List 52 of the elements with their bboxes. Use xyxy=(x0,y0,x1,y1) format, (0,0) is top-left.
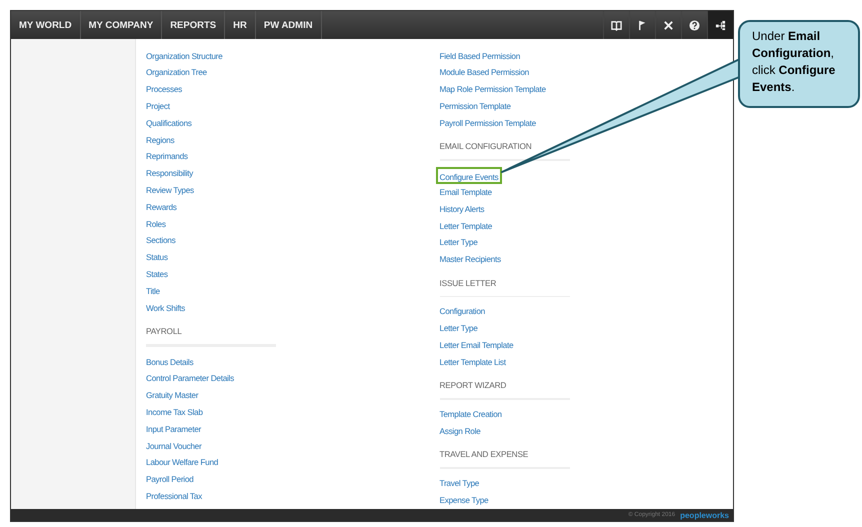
menu-link[interactable]: Master Recipients xyxy=(440,251,501,268)
menu-link[interactable]: Template Creation xyxy=(440,406,502,424)
menu-link[interactable]: Payroll Period xyxy=(146,471,194,488)
menu-link[interactable]: Assign Role xyxy=(440,423,480,440)
menu-link[interactable]: Responsibility xyxy=(146,165,193,182)
menu-link[interactable]: Labour Welfare Fund xyxy=(146,454,218,472)
menu-link[interactable]: Travel Type xyxy=(440,475,480,492)
menu-link[interactable]: Journal Voucher xyxy=(146,438,202,454)
menu-link[interactable]: Project xyxy=(146,98,170,115)
menu-link[interactable]: Sections xyxy=(146,232,176,250)
logo-text: peopleworks xyxy=(680,510,729,520)
menu-link[interactable]: Input Parameter xyxy=(146,420,201,438)
section-heading: PAYROLL xyxy=(146,324,183,338)
menu-link[interactable]: Bonus Details xyxy=(146,354,194,370)
section-heading: ISSUE LETTER xyxy=(440,276,498,290)
menu-link[interactable]: Module Based Permission xyxy=(440,64,529,82)
menu-link[interactable]: Letter Template xyxy=(440,218,492,234)
menu-link[interactable]: Map Role Permission Template xyxy=(440,81,546,98)
callout-note: Under Email Configuration, click Configure Events. xyxy=(738,20,860,108)
menu-link[interactable]: Processes xyxy=(146,81,182,98)
menu-link[interactable]: Permission Template xyxy=(440,98,511,115)
menu-link[interactable]: Gratuity Master xyxy=(146,387,198,404)
menu-link[interactable]: Organization Tree xyxy=(146,64,207,82)
section-heading: TRAVEL AND EXPENSE xyxy=(440,448,530,462)
menu-link[interactable]: Email Template xyxy=(440,184,492,201)
menu-link[interactable]: Work Shifts xyxy=(146,300,185,316)
menu-link[interactable]: Letter Type xyxy=(440,234,478,252)
menu-link[interactable]: History Alerts xyxy=(440,200,484,218)
menu-link[interactable]: Control Parameter Details xyxy=(146,370,234,388)
menu-link[interactable]: Title xyxy=(146,282,160,300)
section-heading: EMAIL CONFIGURATION xyxy=(440,140,533,154)
menu-link[interactable]: States xyxy=(146,266,168,283)
menu-link[interactable]: Rewards xyxy=(146,198,177,216)
menu-link[interactable]: Expense Type xyxy=(440,492,488,509)
menu-link[interactable]: Field Based Permission xyxy=(440,48,520,64)
menu-link[interactable]: Status xyxy=(146,249,168,266)
share-icon[interactable] xyxy=(707,11,733,39)
section-heading: REPORT WIZARD xyxy=(440,379,508,392)
menu-link[interactable]: Income Tax Slab xyxy=(146,404,203,421)
menu-link[interactable]: Professional Tax xyxy=(146,488,202,505)
menu-link[interactable]: Qualifications xyxy=(146,114,192,132)
menu-link[interactable]: Letter Type xyxy=(440,320,478,338)
menu-link[interactable]: Configuration xyxy=(440,303,485,320)
menu-link[interactable]: Configure Events xyxy=(436,167,502,184)
menu-link[interactable]: Review Types xyxy=(146,182,194,199)
menu-link[interactable]: Reprimands xyxy=(146,148,188,166)
menu-link[interactable]: Payroll Permission Template xyxy=(440,114,536,132)
menu-link[interactable]: Regions xyxy=(146,132,174,148)
menu-link[interactable]: Letter Email Template xyxy=(440,337,514,354)
menu-link[interactable]: Letter Template List xyxy=(440,354,506,371)
menu-link[interactable]: Roles xyxy=(146,216,166,232)
menu-link[interactable]: Organization Structure xyxy=(146,48,222,64)
